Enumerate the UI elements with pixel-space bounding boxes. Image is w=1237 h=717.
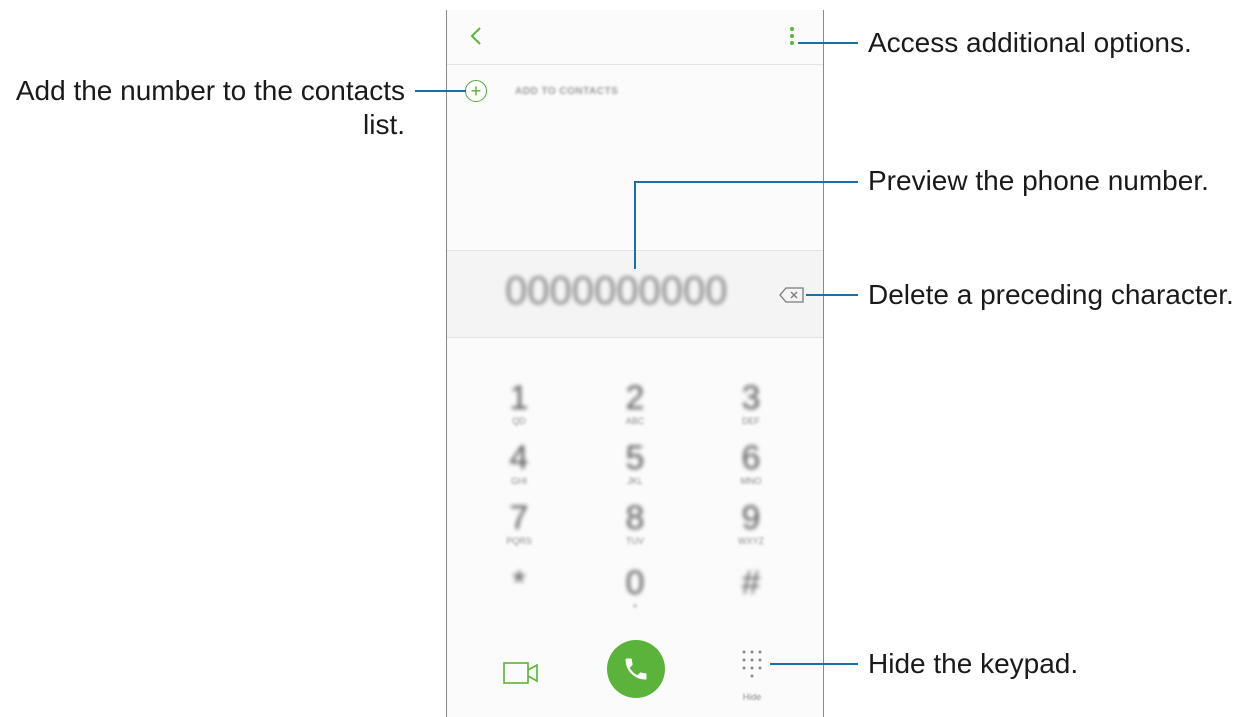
key-digit: 3 — [741, 379, 761, 417]
key-digit: * — [512, 564, 526, 602]
hide-keypad-button[interactable]: Hide — [733, 648, 771, 702]
callout-line-preview-h — [634, 181, 858, 183]
key-digit: 6 — [741, 439, 761, 477]
more-options-icon[interactable] — [784, 24, 800, 50]
phone-number-preview: 0000000000 — [505, 269, 728, 313]
callout-line-preview-v — [634, 181, 636, 269]
plus-circle-icon: + — [465, 80, 487, 102]
key-letters: ABC — [625, 416, 645, 426]
key-digit: 9 — [741, 499, 761, 537]
key-digit: 8 — [625, 499, 645, 537]
callout-delete: Delete a preceding character. — [868, 279, 1234, 310]
bottom-action-bar: Hide — [447, 620, 823, 717]
key-letters: DEF — [742, 416, 760, 426]
key-letters: + — [632, 601, 638, 611]
callout-more-options: Access additional options. — [868, 27, 1192, 58]
key-8[interactable]: 8 TUV — [585, 498, 685, 568]
add-to-contacts-button[interactable]: + ADD TO CONTACTS — [465, 78, 618, 104]
phone-icon — [625, 658, 647, 680]
key-digit: 1 — [509, 379, 529, 417]
hide-label: Hide — [742, 692, 762, 702]
key-digit: # — [741, 564, 761, 602]
callout-hide-keypad: Hide the keypad. — [868, 648, 1079, 679]
phone-screen: + ADD TO CONTACTS 0000000000 1 QD 2 ABC 3D… — [446, 10, 824, 717]
callout-line-more — [798, 42, 858, 44]
key-letters: QD — [512, 416, 526, 426]
keypad-dots-icon — [742, 650, 762, 678]
call-button[interactable] — [607, 640, 665, 698]
top-bar — [447, 10, 823, 65]
video-call-icon[interactable] — [503, 660, 539, 686]
key-digit: 5 — [625, 439, 645, 477]
key-letters: TUV — [626, 536, 644, 546]
key-letters: PQRS — [506, 536, 532, 546]
callout-preview: Preview the phone number. — [868, 165, 1209, 196]
key-letters: JKL — [627, 476, 643, 486]
key-letters: MNO — [740, 476, 762, 486]
back-icon[interactable] — [465, 24, 489, 48]
key-7[interactable]: 7 PQRS — [469, 498, 569, 568]
callout-add-contacts-line1: Add the number to the contacts — [15, 75, 405, 106]
key-digit: 2 — [625, 379, 645, 417]
key-9[interactable]: 9 WXYZ — [701, 498, 801, 568]
key-digit: 4 — [509, 439, 529, 477]
backspace-icon[interactable] — [779, 287, 805, 303]
key-letters: WXYZ — [738, 536, 764, 546]
callout-add-contacts-line2: list. — [363, 109, 405, 140]
callout-add-contacts: Add the number to the contacts list. — [16, 74, 405, 142]
key-letters: GHI — [510, 476, 527, 486]
add-to-contacts-label: ADD TO CONTACTS — [515, 85, 619, 97]
callout-line-hide — [770, 663, 858, 665]
key-digit: 7 — [509, 499, 529, 537]
key-digit: 0 — [625, 564, 645, 602]
callout-line-delete — [806, 294, 858, 296]
callout-line-add — [415, 90, 466, 92]
